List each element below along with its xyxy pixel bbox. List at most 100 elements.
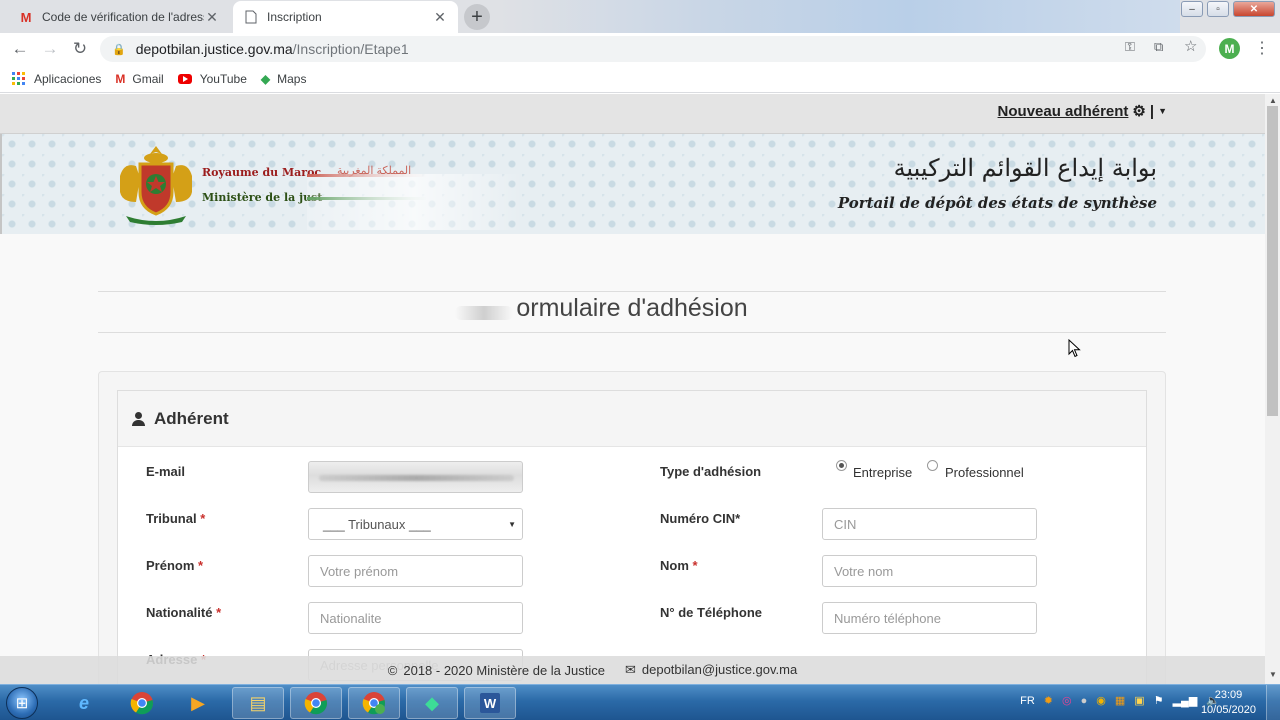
- nationalite-label: Nationalité *: [146, 605, 222, 620]
- user-menu[interactable]: Nouveau adhérent ⚙ | ▼: [998, 102, 1167, 121]
- prenom-input[interactable]: [308, 555, 523, 587]
- chrome-icon[interactable]: [116, 687, 168, 719]
- page-viewport: Nouveau adhérent ⚙ | ▼ Royaume du Maroc …: [0, 94, 1265, 684]
- tab-gmail[interactable]: M Code de vérification de l'adresse ✕: [8, 1, 230, 33]
- system-clock[interactable]: 23:09 10/05/2020: [1201, 688, 1256, 718]
- radio-entreprise[interactable]: [836, 460, 847, 471]
- tribunal-select[interactable]: ___ Tribunaux ___ ▼: [308, 508, 523, 540]
- chrome-icon[interactable]: [290, 687, 342, 719]
- nom-input[interactable]: [822, 555, 1037, 587]
- telephone-label: N° de Téléphone: [660, 605, 762, 620]
- tribunal-label: Tribunal *: [146, 511, 206, 526]
- back-arrow-icon[interactable]: ←: [8, 38, 32, 60]
- gmail-icon: M: [20, 9, 32, 25]
- bookmark-label: Gmail: [132, 71, 164, 86]
- gmail-icon: M: [115, 71, 126, 86]
- show-desktop-button[interactable]: [1266, 685, 1280, 720]
- clock-date: 10/05/2020: [1200, 704, 1256, 716]
- radio-entreprise-label[interactable]: Entreprise: [853, 465, 912, 480]
- cin-input[interactable]: [822, 508, 1037, 540]
- window-close-button[interactable]: ✕: [1233, 1, 1275, 17]
- bookmark-label: Maps: [277, 71, 307, 86]
- new-tab-button[interactable]: +: [464, 4, 490, 30]
- forward-arrow-icon[interactable]: →: [38, 38, 62, 60]
- tab-close-icon[interactable]: ✕: [432, 9, 448, 26]
- panel-title: Adhérent: [154, 408, 229, 428]
- nom-label: Nom *: [660, 558, 698, 573]
- bookmark-maps[interactable]: ◆ Maps: [261, 72, 307, 86]
- scroll-down-icon[interactable]: ▼: [1269, 670, 1277, 679]
- user-icon: [132, 411, 145, 426]
- page-scrollbar[interactable]: ▲ ▼: [1265, 94, 1280, 684]
- user-menu-label[interactable]: Nouveau adhérent: [998, 103, 1129, 120]
- profile-avatar[interactable]: M: [1219, 38, 1240, 59]
- radio-professionnel-label[interactable]: Professionnel: [945, 465, 1024, 480]
- divider: [98, 291, 1166, 292]
- file-explorer-icon[interactable]: ▤: [232, 687, 284, 719]
- filmora-icon[interactable]: ◆: [406, 687, 458, 719]
- media-player-icon[interactable]: ▶: [172, 687, 224, 719]
- svg-text:W: W: [484, 696, 497, 711]
- radio-professionnel[interactable]: [927, 460, 938, 471]
- chrome-profile-icon[interactable]: [348, 687, 400, 719]
- tray-app-icon[interactable]: ◎: [1062, 694, 1072, 707]
- nationalite-input[interactable]: [308, 602, 523, 634]
- maps-icon: ◆: [260, 71, 271, 86]
- key-icon[interactable]: ⚿: [1125, 39, 1135, 55]
- tray-app-icon[interactable]: ▦: [1115, 694, 1125, 707]
- network-signal-icon[interactable]: ▂▄▆: [1173, 694, 1198, 707]
- translate-icon[interactable]: ⧉: [1154, 39, 1163, 55]
- mouse-cursor-icon: [1068, 338, 1081, 363]
- cin-label: Numéro CIN*: [660, 511, 741, 526]
- language-indicator[interactable]: FR: [1020, 695, 1035, 707]
- bookmarks-bar: Aplicaciones M Gmail YouTube ◆ Maps: [0, 65, 1280, 93]
- system-tray: FR ✹ ◎ ● ◉ ▦ ▣ ⚑ ▂▄▆ 🔈: [1020, 694, 1220, 708]
- bookmark-label: Aplicaciones: [34, 71, 102, 86]
- ministry-name-fr: Ministère de la just: [202, 191, 323, 204]
- tribunal-select-value: ___ Tribunaux ___: [323, 516, 431, 532]
- tray-app-icon[interactable]: ●: [1081, 695, 1088, 707]
- scrollbar-thumb[interactable]: [1267, 106, 1278, 416]
- address-bar[interactable]: 🔒 depotbilan.justice.gov.ma/Inscription/…: [100, 36, 1206, 62]
- bookmark-star-icon[interactable]: ☆: [1184, 37, 1197, 55]
- telephone-input[interactable]: [822, 602, 1037, 634]
- clock-time: 23:09: [1214, 689, 1243, 701]
- page-title: ormulaire d'adhésion: [516, 294, 748, 322]
- url-path: /Inscription/Etape1: [292, 41, 409, 57]
- site-topbar: Nouveau adhérent ⚙ | ▼: [0, 94, 1265, 134]
- window-titlebar-background: [500, 0, 1180, 33]
- site-footer: © 2018 - 2020 Ministère de la Justice ✉ de…: [0, 656, 1265, 684]
- tab-inscription[interactable]: Inscription ✕: [233, 1, 458, 33]
- tray-app-icon[interactable]: ✹: [1044, 694, 1053, 707]
- gear-icon: ⚙: [1132, 103, 1146, 120]
- portal-title-fr: Portail de dépôt des états de synthèse: [837, 194, 1157, 212]
- chrome-tray-icon[interactable]: ◉: [1096, 694, 1106, 707]
- start-button[interactable]: ⊞: [6, 687, 38, 719]
- lock-icon: 🔒: [112, 43, 126, 56]
- panel-header: Adhérent: [118, 391, 1146, 447]
- tray-app-icon[interactable]: ▣: [1134, 694, 1144, 707]
- minimize-button[interactable]: –: [1181, 1, 1203, 17]
- kebab-menu-icon[interactable]: ⋮: [1254, 38, 1270, 58]
- copyright-icon: ©: [387, 662, 398, 678]
- maximize-button[interactable]: ▫: [1207, 1, 1229, 17]
- footer-email[interactable]: ✉ depotbilan@justice.gov.ma: [625, 662, 797, 678]
- bookmark-youtube[interactable]: YouTube: [177, 72, 247, 86]
- apps-grid-icon: [12, 72, 25, 85]
- portal-title-ar: بوابة إيداع القوائم التركيبية: [893, 154, 1157, 182]
- tab-title: Inscription: [267, 10, 322, 24]
- scroll-up-icon[interactable]: ▲: [1269, 96, 1277, 105]
- email-label: E-mail: [146, 464, 186, 479]
- bookmark-apps[interactable]: Aplicaciones: [12, 72, 101, 86]
- reload-icon[interactable]: ↻: [68, 38, 92, 60]
- tab-close-icon[interactable]: ✕: [204, 9, 220, 26]
- internet-explorer-icon[interactable]: e: [58, 687, 110, 719]
- word-icon[interactable]: W: [464, 687, 516, 719]
- separator: |: [1149, 102, 1155, 120]
- blurred-region: [307, 174, 522, 230]
- youtube-icon: [177, 73, 192, 84]
- email-field[interactable]: [308, 461, 523, 493]
- page-icon: [243, 9, 259, 25]
- bookmark-gmail[interactable]: M Gmail: [115, 72, 163, 86]
- action-center-flag-icon[interactable]: ⚑: [1154, 694, 1164, 707]
